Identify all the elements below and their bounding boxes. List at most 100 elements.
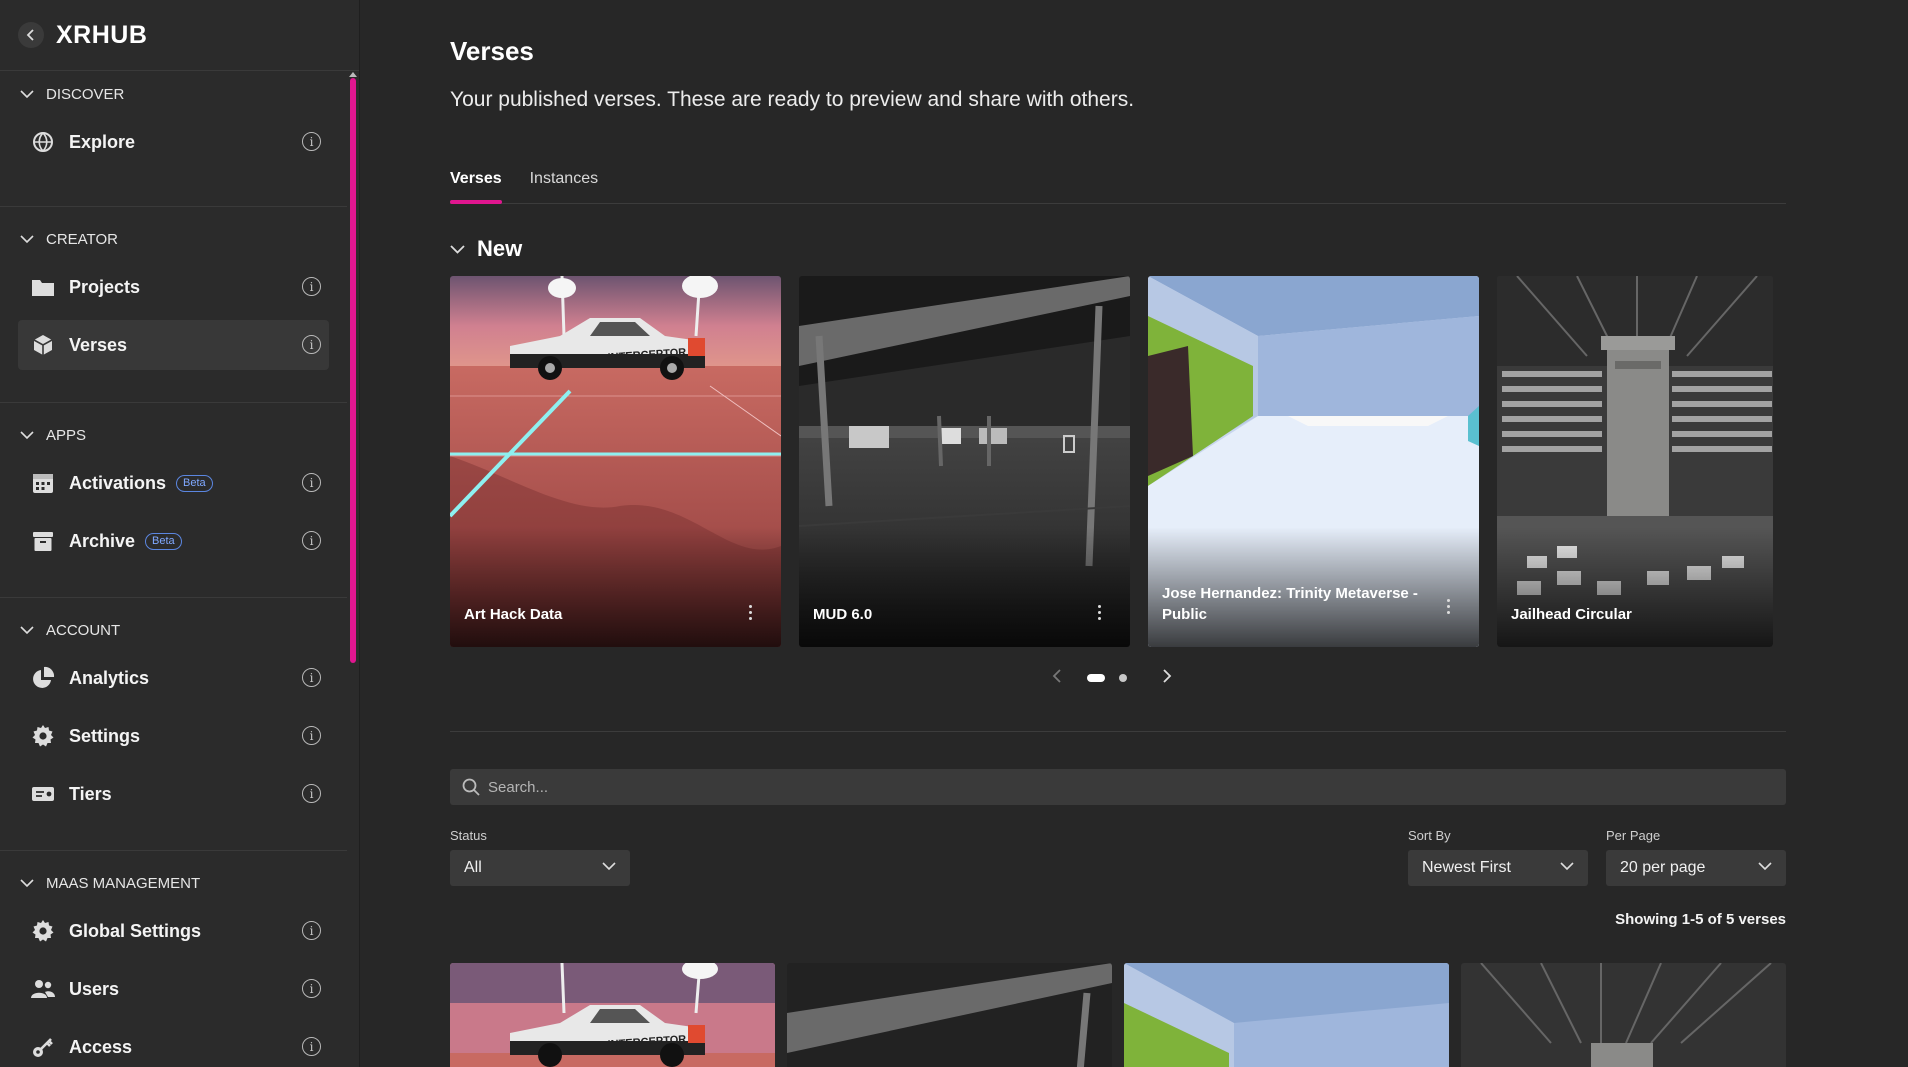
per-page-value: 20 per page: [1620, 859, 1706, 876]
section-header-account[interactable]: ACCOUNT: [0, 607, 347, 653]
info-icon[interactable]: i: [302, 277, 321, 296]
verse-grid-card[interactable]: INTERCEPTOR: [450, 963, 775, 1067]
more-options-icon[interactable]: [1447, 599, 1451, 617]
sidebar-item-explore[interactable]: Explore i: [18, 117, 329, 167]
sidebar-item-label: Explore: [69, 131, 136, 152]
tab-verses[interactable]: Verses: [450, 166, 502, 204]
verse-thumbnail: [1124, 963, 1449, 1067]
chevron-left-icon[interactable]: [1052, 668, 1062, 684]
sidebar-item-projects[interactable]: Projects i: [18, 262, 329, 312]
calendar-icon: [31, 471, 55, 495]
pager-dot-active[interactable]: [1087, 674, 1105, 682]
sidebar-item-label: Verses: [69, 334, 128, 355]
info-icon[interactable]: i: [302, 668, 321, 687]
section-header-maas-management[interactable]: MAAS MANAGEMENT: [0, 860, 347, 906]
cube-icon: [31, 333, 55, 357]
section-account: ACCOUNT Analytics i Settings i Tiers i: [0, 598, 347, 851]
verse-card[interactable]: MUD 6.0: [799, 276, 1130, 647]
info-icon[interactable]: i: [302, 921, 321, 940]
verse-card-title: Jailhead Circular: [1511, 606, 1632, 623]
beta-badge: Beta: [145, 532, 182, 550]
beta-badge: Beta: [176, 474, 213, 492]
gear-icon: [31, 724, 55, 748]
sidebar-item-settings[interactable]: Settings i: [18, 711, 329, 761]
verse-thumbnail: INTERCEPTOR: [450, 963, 775, 1067]
key-icon: [31, 1035, 55, 1059]
chevron-down-icon: [450, 244, 465, 254]
verse-grid-card[interactable]: [1124, 963, 1449, 1067]
verse-card[interactable]: Jose Hernandez: Trinity Metaverse - Publ…: [1148, 276, 1479, 647]
section-apps: APPS Activations Beta i Archive Beta i: [0, 403, 347, 598]
sidebar-item-archive[interactable]: Archive Beta i: [18, 516, 329, 566]
status-select[interactable]: All: [450, 850, 630, 886]
info-icon[interactable]: i: [302, 726, 321, 745]
more-options-icon[interactable]: [749, 605, 753, 623]
info-icon[interactable]: i: [302, 531, 321, 550]
sidebar-item-label: Projects: [69, 276, 141, 297]
verse-thumbnail: [1461, 963, 1786, 1067]
search-icon: [462, 778, 480, 796]
section-label: DISCOVER: [46, 85, 125, 103]
sidebar-item-access[interactable]: Access i: [18, 1022, 329, 1067]
verse-card[interactable]: INTERCEPTOR Art Hack Data: [450, 276, 781, 647]
sidebar-item-label: Settings: [69, 725, 141, 746]
globe-icon: [31, 130, 55, 154]
section-label: APPS: [46, 426, 87, 444]
search-bar[interactable]: [450, 769, 1786, 805]
info-icon[interactable]: i: [302, 473, 321, 492]
sidebar-item-label: Analytics: [69, 667, 150, 688]
section-maas-management: MAAS MANAGEMENT Global Settings i Users …: [0, 851, 347, 1067]
section-header-discover[interactable]: DISCOVER: [0, 71, 347, 117]
app-title: XRHUB: [56, 20, 148, 49]
card-shade: [799, 527, 1130, 647]
verse-grid-card[interactable]: [1461, 963, 1786, 1067]
sidebar-item-global-settings[interactable]: Global Settings i: [18, 906, 329, 956]
card-shade: [450, 527, 781, 647]
new-verses-carousel: INTERCEPTOR Art Hack Data MUD 6.0 Jose H…: [450, 276, 1786, 648]
verse-card-title: Art Hack Data: [464, 606, 563, 623]
verse-grid-card[interactable]: [787, 963, 1112, 1067]
info-icon[interactable]: i: [302, 335, 321, 354]
section-label: CREATOR: [46, 230, 118, 248]
users-icon: [31, 977, 55, 1001]
info-icon[interactable]: i: [302, 784, 321, 803]
info-icon[interactable]: i: [302, 1037, 321, 1056]
sidebar-item-label: Access: [69, 1036, 133, 1057]
per-page-select[interactable]: 20 per page: [1606, 850, 1786, 886]
chevron-down-icon: [20, 625, 34, 634]
sidebar-scrollbar[interactable]: [350, 78, 356, 663]
more-options-icon[interactable]: [1098, 605, 1102, 623]
sidebar-item-tiers[interactable]: Tiers i: [18, 769, 329, 819]
info-icon[interactable]: i: [302, 132, 321, 151]
new-section-title: New: [477, 236, 523, 261]
sort-by-select[interactable]: Newest First: [1408, 850, 1588, 886]
sidebar-item-label: Tiers: [69, 783, 112, 804]
sidebar-item-users[interactable]: Users i: [18, 964, 329, 1014]
results-count: Showing 1-5 of 5 verses: [1615, 911, 1786, 928]
new-section-header[interactable]: New: [450, 236, 522, 262]
tab-instances[interactable]: Instances: [530, 166, 598, 203]
sidebar-item-activations[interactable]: Activations Beta i: [18, 458, 329, 508]
status-select-value: All: [464, 859, 482, 876]
carousel-pager: [450, 668, 1786, 688]
scrollbar-up-arrow[interactable]: [349, 72, 357, 77]
sidebar-item-analytics[interactable]: Analytics i: [18, 653, 329, 703]
sidebar-item-verses[interactable]: Verses i: [18, 320, 329, 370]
archive-icon: [31, 529, 55, 553]
pager-dot[interactable]: [1119, 674, 1127, 682]
back-button[interactable]: [18, 22, 44, 48]
section-header-creator[interactable]: CREATOR: [0, 216, 347, 262]
sidebar-item-label: Users: [69, 978, 120, 999]
chevron-left-icon: [26, 29, 34, 41]
info-icon[interactable]: i: [302, 979, 321, 998]
gear-icon: [31, 919, 55, 943]
section-header-apps[interactable]: APPS: [0, 412, 347, 458]
pie-chart-icon: [31, 666, 55, 690]
sidebar-item-label: Archive: [69, 530, 136, 551]
brand-header: XRHUB: [0, 0, 359, 71]
verse-card[interactable]: Jailhead Circular: [1497, 276, 1773, 647]
search-input[interactable]: [488, 778, 1688, 796]
chevron-right-icon[interactable]: [1162, 668, 1172, 684]
section-discover: DISCOVER Explore i: [0, 71, 347, 207]
verse-card-title: MUD 6.0: [813, 606, 873, 623]
